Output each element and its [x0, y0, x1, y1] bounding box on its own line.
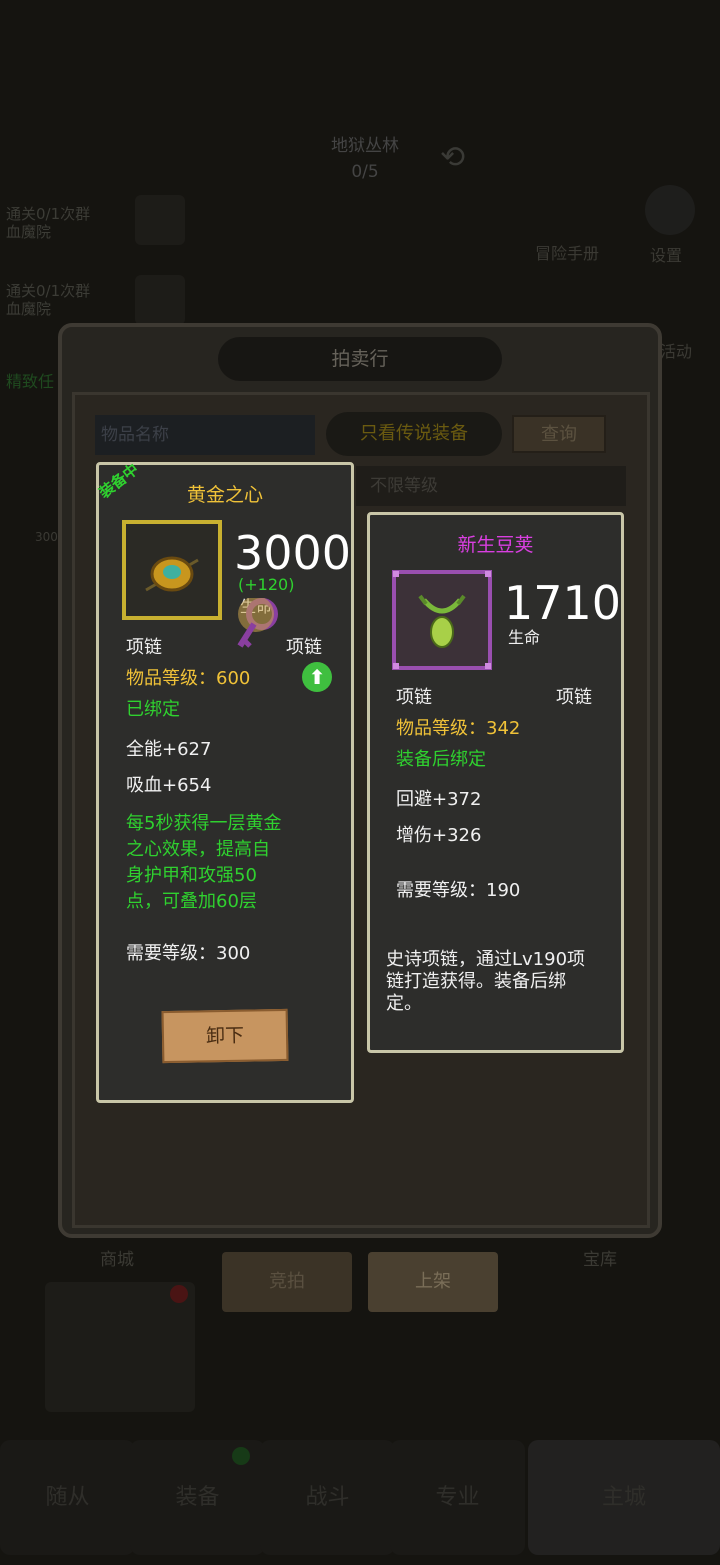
- gear-icon[interactable]: [645, 185, 695, 235]
- panel-title: 拍卖行: [218, 337, 502, 381]
- attribute: 吸血+654: [126, 775, 212, 796]
- quest-icon: [135, 195, 185, 245]
- effect-line: 身护甲和攻强50: [126, 865, 257, 886]
- golden-heart-icon: [145, 556, 199, 592]
- settings-button[interactable]: 设置: [650, 242, 682, 266]
- stat-value: 3000: [234, 526, 352, 580]
- bid-button[interactable]: 竞拍: [222, 1252, 352, 1312]
- pod-necklace-icon: [418, 594, 466, 648]
- quest-item[interactable]: 通关0/1次群 血魔院: [6, 282, 90, 318]
- description-line: 链打造获得。装备后绑: [386, 971, 566, 992]
- required-level: 需要等级：300: [126, 943, 251, 964]
- item-level: 物品等级：600: [126, 668, 251, 689]
- adventure-manual-button[interactable]: 冒险手册: [535, 240, 599, 264]
- search-input[interactable]: 物品名称: [95, 415, 315, 455]
- item-type: 项链: [126, 637, 162, 658]
- effect-line: 每5秒获得一层黄金: [126, 813, 282, 834]
- quest-item[interactable]: 通关0/1次群 血魔院: [6, 205, 90, 241]
- level-badge: 300: [35, 530, 58, 544]
- quest-line: 血魔院: [6, 223, 52, 241]
- swap-icon: ⟲: [440, 140, 466, 175]
- nav-battle[interactable]: 战斗: [260, 1440, 395, 1555]
- item-slot: 项链: [286, 637, 322, 658]
- notification-dot: [232, 1447, 250, 1465]
- stat-bonus: (+120): [238, 575, 295, 594]
- pet-portrait[interactable]: [45, 1282, 195, 1412]
- level-filter-select[interactable]: 不限等级: [356, 466, 626, 506]
- notification-dot: [170, 1285, 188, 1303]
- item-slot: 项链: [556, 687, 592, 708]
- item-level: 物品等级：342: [396, 718, 521, 739]
- legendary-filter-toggle[interactable]: 只看传说装备: [326, 412, 502, 456]
- nav-companion[interactable]: 随从: [0, 1440, 135, 1555]
- unequip-button[interactable]: 卸下: [161, 1008, 289, 1064]
- stat-value: 1710: [504, 576, 622, 630]
- item-icon-frame: [392, 570, 492, 670]
- side-label: 精致任: [6, 372, 55, 391]
- shop-button[interactable]: 商城: [100, 1245, 134, 1270]
- effect-line: 点，可叠加60层: [126, 891, 257, 912]
- attribute: 回避+372: [396, 789, 482, 810]
- nav-main-city[interactable]: 主城: [528, 1440, 720, 1555]
- required-level: 需要等级：190: [396, 880, 521, 901]
- item-name: 黄金之心: [186, 484, 263, 506]
- effect-line: 之心效果，提高自: [126, 839, 270, 860]
- events-button[interactable]: 活动: [660, 338, 692, 362]
- quest-icon: [135, 275, 185, 325]
- quest-line: 通关0/1次群: [6, 205, 91, 223]
- bind-status: 已绑定: [126, 699, 180, 720]
- list-item-button[interactable]: 上架: [368, 1252, 498, 1312]
- bind-status: 装备后绑定: [396, 749, 486, 770]
- item-icon-frame: [122, 520, 222, 620]
- item-name: 新生豆荚: [457, 534, 534, 556]
- attribute: 全能+627: [126, 739, 212, 760]
- item-effect: 每5秒获得一层黄金 之心效果，提高自 身护甲和攻强50 点，可叠加60层: [126, 811, 281, 915]
- query-button[interactable]: 查询: [512, 415, 606, 453]
- attribute: 增伤+326: [396, 825, 482, 846]
- description-line: 定。: [386, 993, 422, 1014]
- stat-name: 生命: [508, 628, 541, 647]
- quest-line: 通关0/1次群: [6, 282, 91, 300]
- item-type: 项链: [396, 687, 432, 708]
- description-line: 史诗项链，通过Lv190项: [386, 949, 586, 970]
- upgrade-arrow-icon: ⬆: [302, 662, 332, 692]
- nav-profession[interactable]: 专业: [390, 1440, 525, 1555]
- quest-line: 血魔院: [6, 300, 52, 318]
- warehouse-button[interactable]: 宝库: [583, 1245, 617, 1270]
- item-description: 史诗项链，通过Lv190项 链打造获得。装备后绑 定。: [386, 949, 585, 1015]
- key-icon: [232, 596, 282, 654]
